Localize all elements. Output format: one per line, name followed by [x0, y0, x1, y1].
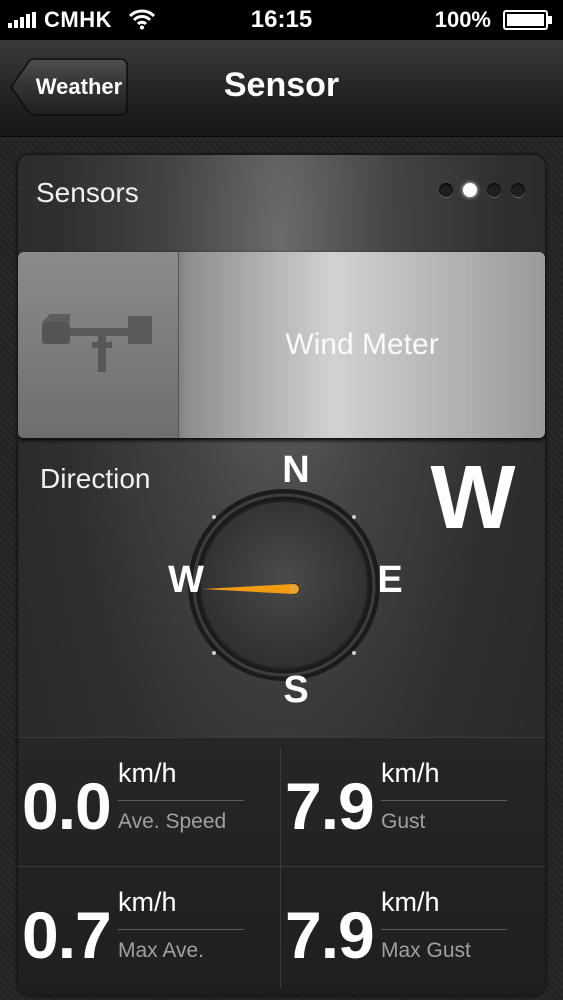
page-dot[interactable] — [487, 183, 501, 197]
compass-south-label: S — [283, 669, 309, 711]
compass-north-label: N — [282, 449, 310, 491]
stat-underline — [118, 929, 244, 930]
sensor-name: Wind Meter — [285, 328, 439, 361]
sensor-thumbnail — [18, 252, 179, 438]
stat-value: 7.9 — [285, 769, 375, 843]
stat-unit: km/h — [381, 758, 440, 788]
sensor-card: Sensors Wind Meter Direction N E S W W 0… — [18, 155, 545, 995]
page-dot[interactable] — [439, 183, 453, 197]
stat-unit: km/h — [118, 887, 177, 917]
wind-direction-value: W — [430, 448, 516, 548]
navigation-bar: Weather Sensor — [0, 40, 563, 137]
stat-label: Gust — [381, 810, 426, 833]
compass-east-label: E — [377, 559, 403, 601]
stat-underline — [381, 929, 507, 930]
wind-stats: 0.0 km/h Ave. Speed 7.9 km/h Gust 0.7 km… — [18, 737, 545, 995]
compass-west-label: W — [168, 559, 204, 601]
wind-meter-icon — [42, 314, 152, 372]
stat-max-ave: 0.7 km/h Max Ave. — [18, 867, 281, 995]
stat-unit: km/h — [381, 887, 440, 917]
stat-underline — [118, 800, 244, 801]
direction-label: Direction — [40, 463, 151, 494]
status-bar: CMHK 16:15 100% — [0, 0, 563, 40]
stat-label: Max Ave. — [118, 939, 204, 962]
stat-unit: km/h — [118, 758, 177, 788]
page-title: Sensor — [223, 66, 340, 104]
battery-percentage: 100% — [434, 7, 491, 32]
battery-icon — [503, 10, 552, 30]
stat-gust: 7.9 km/h Gust — [281, 738, 544, 866]
stat-ave-speed: 0.0 km/h Ave. Speed — [18, 738, 281, 866]
page-dot[interactable] — [463, 183, 477, 197]
stat-value: 0.0 — [22, 769, 112, 843]
page-dot[interactable] — [511, 183, 525, 197]
stat-underline — [381, 800, 507, 801]
stat-label: Max Gust — [381, 939, 471, 962]
card-title: Sensors — [36, 177, 139, 208]
page-indicator[interactable] — [439, 183, 525, 197]
wind-compass: N E S W — [164, 449, 404, 715]
stat-label: Ave. Speed — [118, 810, 227, 833]
stat-value: 7.9 — [285, 898, 375, 972]
stat-value: 0.7 — [22, 898, 112, 972]
sensor-selector[interactable]: Wind Meter — [18, 252, 545, 438]
stat-max-gust: 7.9 km/h Max Gust — [281, 867, 544, 995]
